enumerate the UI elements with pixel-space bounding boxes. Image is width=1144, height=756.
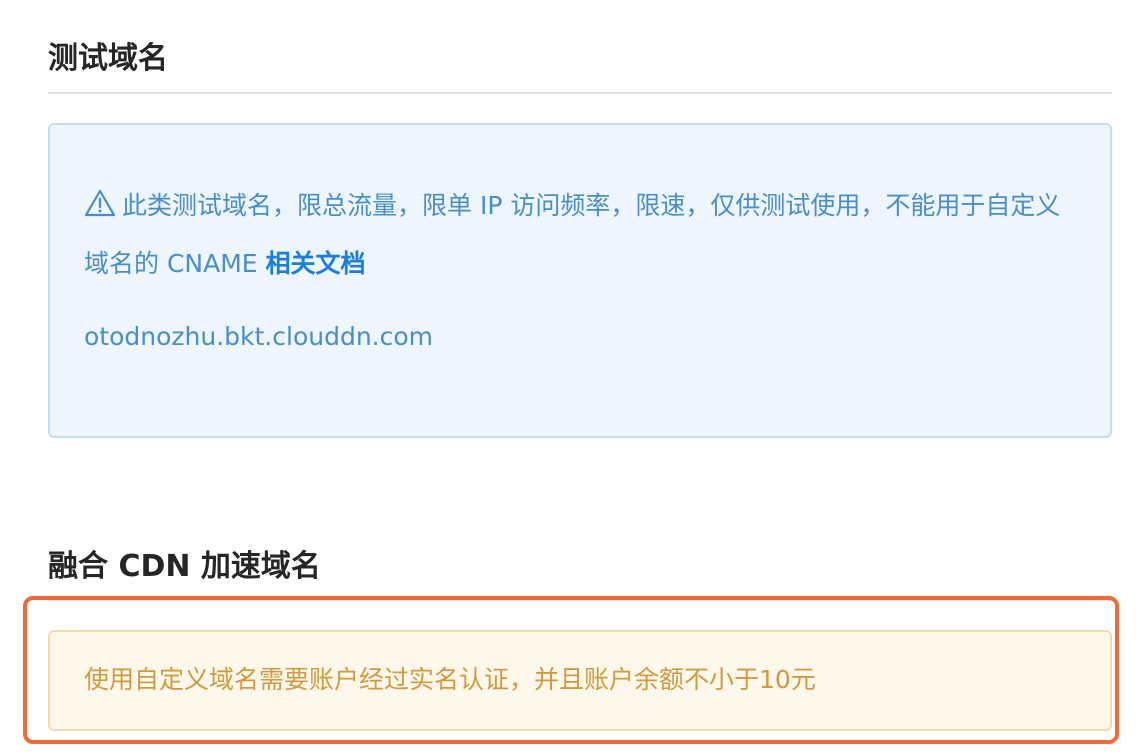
- test-domain-info-box: 此类测试域名，限总流量，限单 IP 访问频率，限速，仅供测试使用，不能用于自定义…: [48, 123, 1112, 438]
- test-domain-notice-text: 此类测试域名，限总流量，限单 IP 访问频率，限速，仅供测试使用，不能用于自定义…: [84, 191, 1061, 278]
- highlight-annotation-frame: [23, 596, 1119, 744]
- test-domain-notice: 此类测试域名，限总流量，限单 IP 访问频率，限速，仅供测试使用，不能用于自定义…: [84, 177, 1084, 293]
- warning-triangle-icon: [84, 189, 116, 217]
- test-domain-value: otodnozhu.bkt.clouddn.com: [84, 322, 434, 351]
- cdn-domain-title: 融合 CDN 加速域名: [48, 549, 321, 584]
- test-domain-title: 测试域名: [48, 41, 168, 76]
- test-domain-divider: [48, 92, 1112, 94]
- domain-settings-page: 测试域名 此类测试域名，限总流量，限单 IP 访问频率，限速，仅供测试使用，不能…: [0, 0, 1144, 756]
- related-docs-link[interactable]: 相关文档: [266, 249, 366, 278]
